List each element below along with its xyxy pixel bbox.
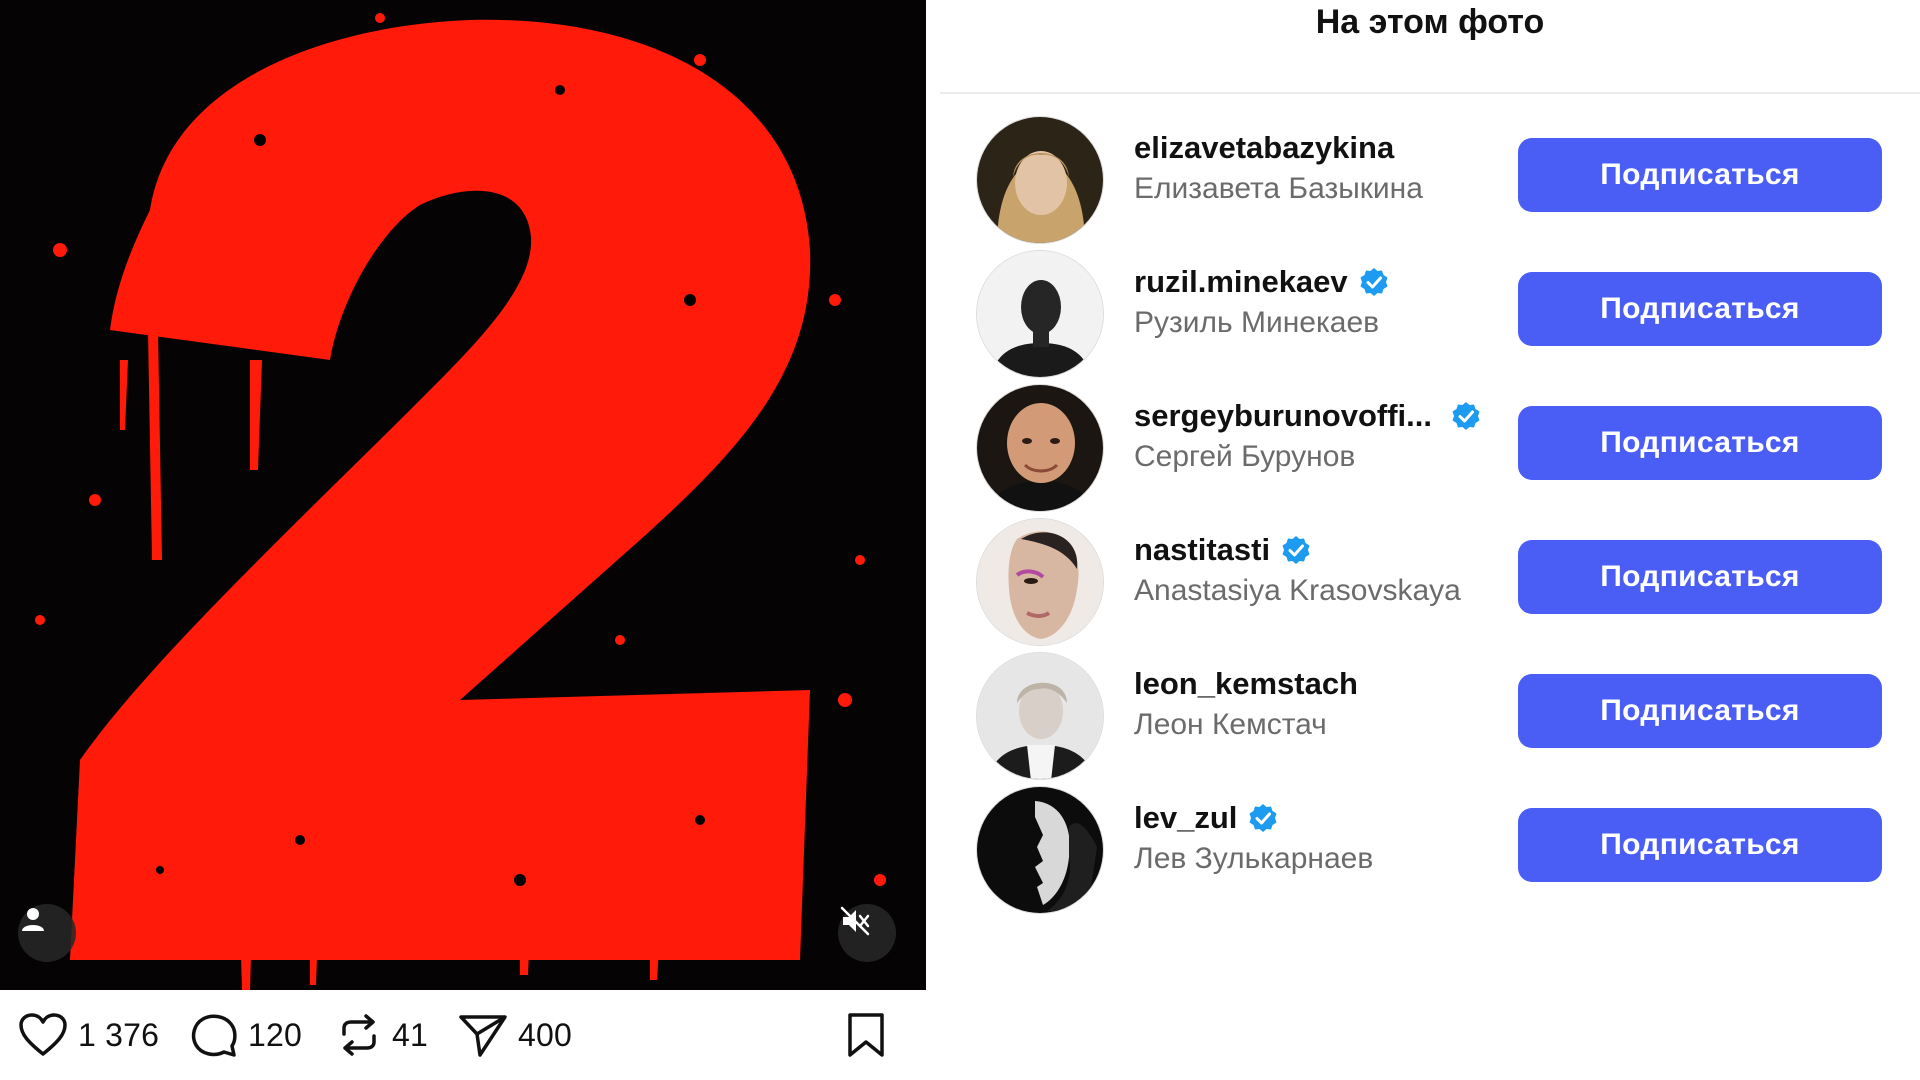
person-icon: [22, 908, 44, 931]
username-text[interactable]: leon_kemstach: [1134, 666, 1358, 702]
full-name: Лев Зулькарнаев: [1134, 842, 1374, 875]
username-text[interactable]: lev_zul: [1134, 800, 1237, 836]
username-text[interactable]: elizavetabazykina: [1134, 130, 1394, 166]
verified-badge-icon: [1282, 536, 1310, 564]
username[interactable]: ruzil.minekaev: [1134, 264, 1390, 300]
follow-button[interactable]: Подписаться: [1518, 406, 1882, 480]
repost-count: 41: [392, 1016, 428, 1053]
divider: [940, 92, 1920, 94]
comment-icon: [191, 1014, 237, 1057]
username-text[interactable]: sergeyburunovoffi...: [1134, 398, 1432, 434]
like-button[interactable]: 1 376: [18, 1012, 159, 1058]
verified-badge-icon: [1360, 268, 1388, 296]
username[interactable]: nastitasti: [1134, 532, 1312, 568]
post: 1 376 120 41 400: [0, 0, 926, 1080]
full-name: Сергей Бурунов: [1134, 440, 1356, 473]
list-item[interactable]: leon_kemstach Леон Кемстач Подписаться: [940, 634, 1920, 780]
username[interactable]: lev_zul: [1134, 800, 1279, 836]
panel-title: На этом фото: [1315, 3, 1545, 41]
tagged-people-panel: На этом фото elizavetabazykina Елизавета…: [940, 0, 1920, 1080]
username-text[interactable]: nastitasti: [1134, 532, 1270, 568]
avatar[interactable]: [976, 786, 1104, 914]
verified-badge-icon: [1249, 804, 1277, 832]
avatar[interactable]: [976, 518, 1104, 646]
follow-button[interactable]: Подписаться: [1518, 808, 1882, 882]
like-count: 1 376: [78, 1016, 160, 1053]
avatar[interactable]: [976, 250, 1104, 378]
follow-button[interactable]: Подписаться: [1518, 674, 1882, 748]
full-name: Anastasiya Krasovskaya: [1134, 574, 1461, 607]
username[interactable]: leon_kemstach: [1134, 666, 1358, 702]
mute-button[interactable]: [838, 904, 896, 962]
full-name: Рузиль Минекаев: [1134, 306, 1380, 339]
avatar[interactable]: [976, 384, 1104, 512]
list-item[interactable]: elizavetabazykina Елизавета Базыкина Под…: [940, 98, 1920, 244]
repost-button[interactable]: 41: [336, 1012, 428, 1058]
follow-button[interactable]: Подписаться: [1518, 272, 1882, 346]
heart-icon: [19, 1013, 67, 1056]
speaker-muted-icon: [840, 906, 870, 936]
save-button[interactable]: [846, 1012, 886, 1058]
tagged-people-button[interactable]: [18, 904, 76, 962]
username[interactable]: sergeyburunovoffi...: [1134, 398, 1482, 434]
full-name: Елизавета Базыкина: [1134, 172, 1423, 205]
comment-count: 120: [248, 1016, 302, 1053]
post-media[interactable]: [0, 0, 926, 990]
username-text[interactable]: ruzil.minekaev: [1134, 264, 1348, 300]
follow-button[interactable]: Подписаться: [1518, 540, 1882, 614]
repost-icon: [342, 1014, 376, 1056]
list-item[interactable]: nastitasti Anastasiya Krasovskaya Подпис…: [940, 500, 1920, 646]
share-button[interactable]: 400: [458, 1012, 572, 1058]
verified-badge-icon: [1452, 402, 1480, 430]
share-count: 400: [518, 1016, 572, 1053]
follow-button[interactable]: Подписаться: [1518, 138, 1882, 212]
share-icon: [459, 1015, 507, 1057]
red-number-two-graphic: [35, 13, 886, 990]
avatar[interactable]: [976, 652, 1104, 780]
list-item[interactable]: ruzil.minekaev Рузиль Минекаев Подписать…: [940, 232, 1920, 378]
list-item[interactable]: sergeyburunovoffi... Сергей Бурунов Подп…: [940, 366, 1920, 512]
comment-button[interactable]: 120: [190, 1012, 302, 1058]
username[interactable]: elizavetabazykina: [1134, 130, 1394, 166]
avatar[interactable]: [976, 116, 1104, 244]
post-actions-bar: 1 376 120 41 400: [0, 990, 926, 1080]
bookmark-icon: [848, 1013, 884, 1057]
list-item[interactable]: lev_zul Лев Зулькарнаев Подписаться: [940, 768, 1920, 914]
full-name: Леон Кемстач: [1134, 708, 1327, 741]
